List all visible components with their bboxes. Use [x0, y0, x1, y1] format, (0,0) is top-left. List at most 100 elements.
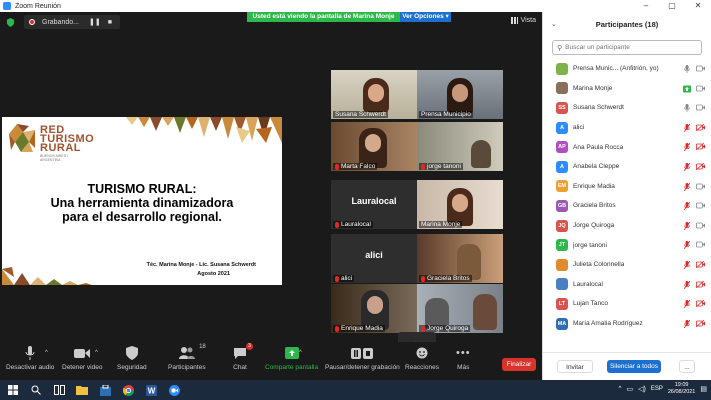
view-button[interactable]: Vista — [510, 17, 536, 24]
audio-options-chevron-icon[interactable]: ^ — [45, 350, 48, 356]
video-tile-graciela[interactable]: Graciela Britos — [417, 234, 503, 283]
participant-face — [367, 296, 383, 314]
smiley-icon — [416, 347, 428, 359]
collapse-panel-chevron-icon[interactable]: ⌄ — [551, 20, 557, 28]
reactions-button[interactable]: Reacciones — [405, 346, 439, 371]
share-options-chevron-icon[interactable]: ^ — [299, 350, 302, 356]
participant-row[interactable]: JT jorge tanoni — [543, 235, 711, 255]
participant-avatar — [556, 82, 568, 95]
video-tile-alici[interactable]: alici alici — [331, 234, 417, 283]
security-button[interactable]: Seguridad — [117, 346, 147, 371]
muted-mic-icon — [421, 163, 425, 170]
sharing-screen-icon — [683, 85, 691, 93]
participant-row[interactable]: Prensa Munic... (Anfitrión, yo) — [543, 59, 711, 79]
tile-name: alici — [341, 275, 353, 282]
muted-mic-icon — [684, 162, 690, 171]
share-screen-button[interactable]: Comparte pantalla — [265, 346, 318, 371]
participant-row[interactable]: SS Susana Schwerdt — [543, 98, 711, 118]
video-tile-marina[interactable]: Marina Monje — [417, 180, 503, 229]
minimize-button[interactable]: – — [633, 0, 659, 12]
video-off-icon — [696, 300, 705, 308]
screen-share-banner: Usted está viendo la pantalla de Marina … — [247, 12, 451, 22]
shared-screen-slide: RED TURISMO RURAL BUENOS AIRES / ARGENTI… — [2, 117, 282, 285]
video-tile-enrique[interactable]: Enrique Madia — [331, 284, 417, 333]
participant-row[interactable]: Marina Monje — [543, 79, 711, 99]
word-icon[interactable]: W — [144, 383, 158, 397]
slide-title-line-1: TURISMO RURAL: — [87, 182, 197, 196]
participant-row[interactable]: MA María Amalia Rodríguez — [543, 314, 711, 334]
video-tile-prensa[interactable]: Prensa Municipio — [417, 70, 503, 119]
video-options-chevron-icon[interactable]: ^ — [95, 350, 98, 356]
task-view-icon[interactable] — [52, 383, 66, 397]
maximize-button[interactable]: ▢ — [659, 0, 685, 12]
logo-subtitle: BUENOS AIRES / ARGENTINA — [40, 154, 68, 162]
notifications-icon[interactable]: ▤ — [700, 385, 707, 393]
stop-recording-icon[interactable]: ■ — [108, 19, 112, 26]
muted-mic-icon — [335, 221, 339, 228]
tile-name: jorge tanoni — [427, 163, 461, 170]
pause-stop-recording-label: Pausar/detener grabación — [325, 364, 400, 371]
video-camera-icon — [696, 183, 705, 189]
microphone-icon — [684, 65, 690, 73]
pause-stop-recording-button[interactable]: Pausar/detener grabación — [325, 346, 400, 371]
participant-row[interactable]: GB Graciela Britos — [543, 196, 711, 216]
participant-row[interactable]: Aalici — [543, 118, 711, 138]
participant-avatar — [556, 258, 568, 271]
video-tile-susana[interactable]: Susana Schwerdt — [331, 70, 417, 119]
windows-start-icon[interactable] — [6, 383, 20, 397]
participant-row[interactable]: JQ Jorge Quiroga — [543, 216, 711, 236]
participant-face — [365, 134, 381, 152]
video-tile-jorge-quiroga[interactable]: Jorge Quiroga — [417, 284, 503, 333]
input-language[interactable]: ESP — [651, 386, 663, 392]
participant-avatar: JQ — [556, 219, 568, 232]
network-icon[interactable]: ▭ — [626, 385, 633, 393]
chat-button[interactable]: 3 Chat — [233, 343, 253, 371]
participant-name: María Amalia Rodríguez — [573, 320, 643, 328]
chrome-icon[interactable] — [121, 383, 135, 397]
participant-name: Ana Paula Rocca — [573, 143, 624, 151]
tile-name-label: Graciela Britos — [419, 275, 472, 282]
end-meeting-button[interactable]: Finalizar — [502, 358, 536, 371]
video-tile-lauralocal[interactable]: Lauralocal Lauralocal — [331, 180, 417, 229]
participant-avatar: A — [556, 160, 568, 173]
participants-label: Participantes — [168, 364, 206, 371]
tray-up-arrow-icon[interactable]: ^ — [619, 386, 622, 392]
zoom-taskbar-icon[interactable] — [167, 383, 181, 397]
view-options-label: Ver Opciones — [402, 13, 444, 20]
file-explorer-icon[interactable] — [75, 383, 89, 397]
store-icon[interactable] — [98, 383, 112, 397]
view-options-button[interactable]: Ver Opciones ▾ — [400, 12, 451, 22]
video-off-icon — [696, 143, 705, 151]
participant-row[interactable]: A Anabela Cleppe — [543, 157, 711, 177]
video-camera-icon — [696, 104, 705, 111]
pause-recording-icon[interactable]: ❚❚ — [89, 18, 101, 26]
participant-row[interactable]: Lauralocal — [543, 275, 711, 295]
taskbar-clock[interactable]: 19:09 26/08/2021 — [668, 382, 696, 396]
participant-name: Julieta Colonnella — [573, 261, 625, 269]
participant-face — [368, 84, 384, 102]
video-off-icon — [696, 280, 705, 288]
panel-more-button[interactable]: ... — [679, 360, 695, 373]
tile-name: Graciela Britos — [427, 275, 470, 282]
volume-icon[interactable]: ◁) — [638, 385, 646, 393]
participants-button[interactable]: 18 Participantes — [168, 344, 206, 371]
mute-all-button[interactable]: Silenciar a todos — [607, 360, 661, 373]
invite-button[interactable]: Invitar — [557, 360, 593, 373]
participant-row[interactable]: AP Ana Paula Rocca — [543, 137, 711, 157]
participant-search-input[interactable] — [565, 44, 696, 51]
participant-row[interactable]: Julieta Colonnella — [543, 255, 711, 275]
participant-row[interactable]: LT Lujan Tanco — [543, 294, 711, 314]
tile-name-label: Enrique Madia — [333, 325, 385, 332]
video-tile-jorge-tanoni[interactable]: jorge tanoni — [417, 122, 503, 171]
shield-icon[interactable] — [6, 17, 15, 27]
search-icon[interactable] — [29, 383, 43, 397]
logo-wordmark: RED TURISMO RURAL — [40, 125, 94, 154]
video-tile-marta[interactable]: Marta Falco — [331, 122, 417, 171]
participant-avatar: GB — [556, 199, 568, 212]
participant-row[interactable]: EM Enrique Madia — [543, 177, 711, 197]
close-button[interactable]: ✕ — [685, 0, 711, 12]
video-camera-icon — [696, 241, 705, 248]
participant-name: Lujan Tanco — [573, 300, 608, 308]
more-button[interactable]: ••• Más — [456, 346, 471, 371]
participant-avatar: A — [556, 121, 568, 134]
